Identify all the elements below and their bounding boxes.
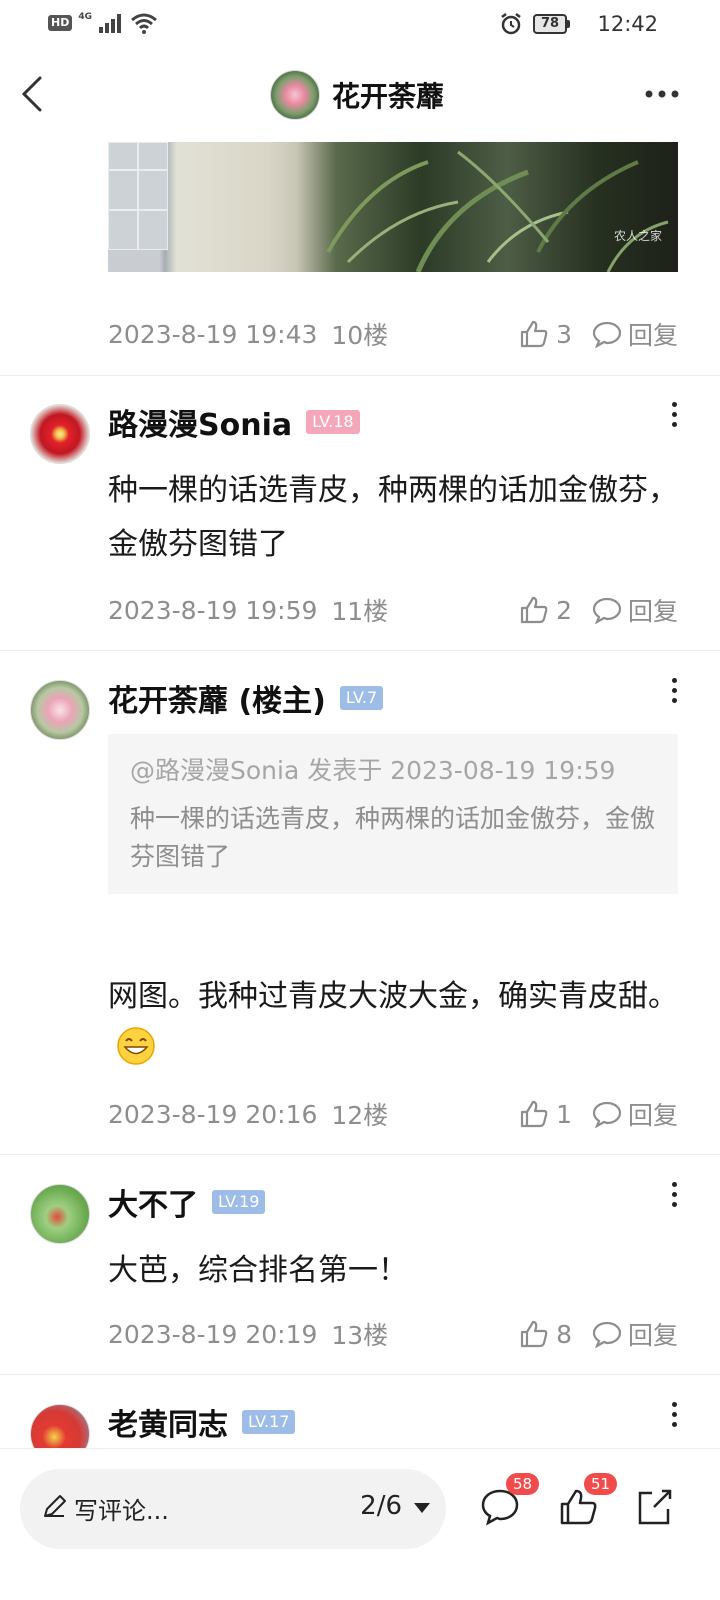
- divider: [0, 375, 720, 376]
- status-left: HD 4G: [48, 12, 158, 34]
- author-name[interactable]: 路漫漫Sonia: [108, 400, 292, 444]
- thumbs-up-icon[interactable]: [518, 1318, 550, 1350]
- post-menu-icon[interactable]: [670, 402, 678, 432]
- post-floor: 10楼: [331, 321, 389, 350]
- nav-author[interactable]: 花开荼蘼: [270, 70, 444, 120]
- author-name[interactable]: 老黄同志: [108, 1400, 228, 1444]
- share-icon: [638, 1489, 672, 1525]
- comments-button[interactable]: 58: [478, 1473, 540, 1529]
- like-post-button[interactable]: 51: [556, 1473, 618, 1529]
- wifi-icon: [131, 13, 157, 34]
- quoted-reply[interactable]: @路漫漫Sonia 发表于 2023-08-19 19:59 种一棵的话选青皮，…: [108, 734, 678, 894]
- comment-count-badge: 58: [506, 1473, 540, 1495]
- user-avatar[interactable]: [30, 1184, 90, 1244]
- reply-bubble-icon[interactable]: [592, 1100, 622, 1128]
- comment-input[interactable]: 写评论... 2/6: [20, 1469, 446, 1549]
- top-nav-bar: 花开荼蘼: [0, 62, 720, 128]
- quote-header: @路漫漫Sonia 发表于 2023-08-19 19:59: [130, 756, 616, 785]
- reply-button[interactable]: 回复: [628, 1096, 678, 1132]
- alarm-icon: [501, 13, 521, 35]
- post-author: 老黄同志 LV.17: [108, 1400, 296, 1444]
- grin-emoji-icon: [117, 1027, 155, 1065]
- battery-icon: 78: [533, 14, 570, 34]
- level-badge: LV.18: [306, 410, 360, 434]
- more-options-icon[interactable]: [644, 84, 680, 104]
- author-avatar[interactable]: [270, 70, 320, 120]
- image-watermark: 农人之家: [613, 229, 662, 243]
- share-button[interactable]: [632, 1485, 676, 1529]
- status-right: 78: [499, 12, 570, 36]
- thumbs-up-icon[interactable]: [518, 318, 550, 350]
- like-count: 1: [556, 1099, 572, 1129]
- page-dropdown-icon[interactable]: [414, 1503, 430, 1513]
- post-meta-row: 2023-8-19 20:19 13楼 8 回复: [108, 1314, 678, 1354]
- post-author: 路漫漫Sonia LV.18: [108, 400, 360, 444]
- post-content-text: 网图。我种过青皮大波大金，确实青皮甜。: [108, 979, 678, 1014]
- thumbs-up-icon[interactable]: [518, 1098, 550, 1130]
- pen-icon: [44, 1495, 66, 1517]
- user-avatar[interactable]: [30, 404, 90, 464]
- like-count-badge: 51: [584, 1473, 618, 1495]
- author-name[interactable]: 花开荼蘼 (楼主): [108, 676, 326, 720]
- level-badge: LV.7: [339, 686, 384, 710]
- comment-placeholder: 写评论...: [74, 1497, 169, 1525]
- divider: [0, 1154, 720, 1155]
- user-avatar[interactable]: [30, 680, 90, 740]
- status-time: 12:42: [597, 12, 658, 36]
- post-content: 大芭，综合排名第一！: [108, 1253, 408, 1288]
- page-indicator[interactable]: 2/6: [360, 1491, 402, 1521]
- reply-button[interactable]: 回复: [628, 1316, 678, 1352]
- like-count: 2: [556, 595, 572, 625]
- post-author: 大不了 LV.19: [108, 1180, 266, 1224]
- post-meta-row: 2023-8-19 20:16 12楼 1 回复: [108, 1094, 678, 1134]
- reply-bubble-icon[interactable]: [592, 320, 622, 348]
- reply-button[interactable]: 回复: [628, 316, 678, 352]
- like-count: 8: [556, 1319, 572, 1349]
- divider: [0, 1374, 720, 1375]
- post-time: 2023-8-19 19:59: [108, 595, 318, 625]
- hd-indicator: HD: [48, 15, 73, 31]
- post-image[interactable]: 农人之家: [108, 142, 678, 272]
- reply-bubble-icon[interactable]: [592, 596, 622, 624]
- post-content: 种一棵的话选青皮，种两棵的话加金傲芬，金傲芬图错了: [108, 473, 678, 562]
- thumbs-up-icon[interactable]: [518, 594, 550, 626]
- post-floor: 13楼: [331, 1321, 389, 1350]
- post-meta-row: 2023-8-19 19:43 10楼 3 回复: [108, 314, 678, 354]
- post-floor: 12楼: [331, 1101, 389, 1130]
- quote-text: 种一棵的话选青皮，种两棵的话加金傲芬，金傲芬图错了: [130, 804, 656, 871]
- bottom-action-bar: 写评论... 2/6 58 51: [0, 1448, 720, 1600]
- page-title: 花开荼蘼: [332, 80, 445, 113]
- post-floor: 11楼: [331, 597, 389, 626]
- post-meta-row: 2023-8-19 19:59 11楼 2 回复: [108, 590, 678, 630]
- battery-level: 78: [533, 14, 567, 34]
- network-type: 4G: [78, 12, 92, 22]
- post-menu-icon[interactable]: [670, 1182, 678, 1212]
- status-bar: HD 4G 78 12:42: [0, 0, 720, 48]
- post-time: 2023-8-19 19:43: [108, 319, 318, 349]
- author-name[interactable]: 大不了: [108, 1180, 198, 1224]
- post-time: 2023-8-19 20:16: [108, 1099, 318, 1129]
- like-count: 3: [556, 319, 572, 349]
- post-author: 花开荼蘼 (楼主) LV.7: [108, 676, 384, 720]
- back-arrow-icon[interactable]: [18, 74, 46, 114]
- reply-button[interactable]: 回复: [628, 592, 678, 628]
- post-menu-icon[interactable]: [670, 678, 678, 708]
- level-badge: LV.17: [242, 1410, 296, 1434]
- post-time: 2023-8-19 20:19: [108, 1319, 318, 1349]
- post-content: 网图。我种过青皮大波大金，确实青皮甜。: [108, 970, 678, 1078]
- signal-icon: [99, 14, 121, 33]
- level-badge: LV.19: [212, 1190, 266, 1214]
- plant-foliage: [326, 150, 669, 272]
- divider: [0, 650, 720, 651]
- post-menu-icon[interactable]: [670, 1402, 678, 1432]
- reply-bubble-icon[interactable]: [592, 1320, 622, 1348]
